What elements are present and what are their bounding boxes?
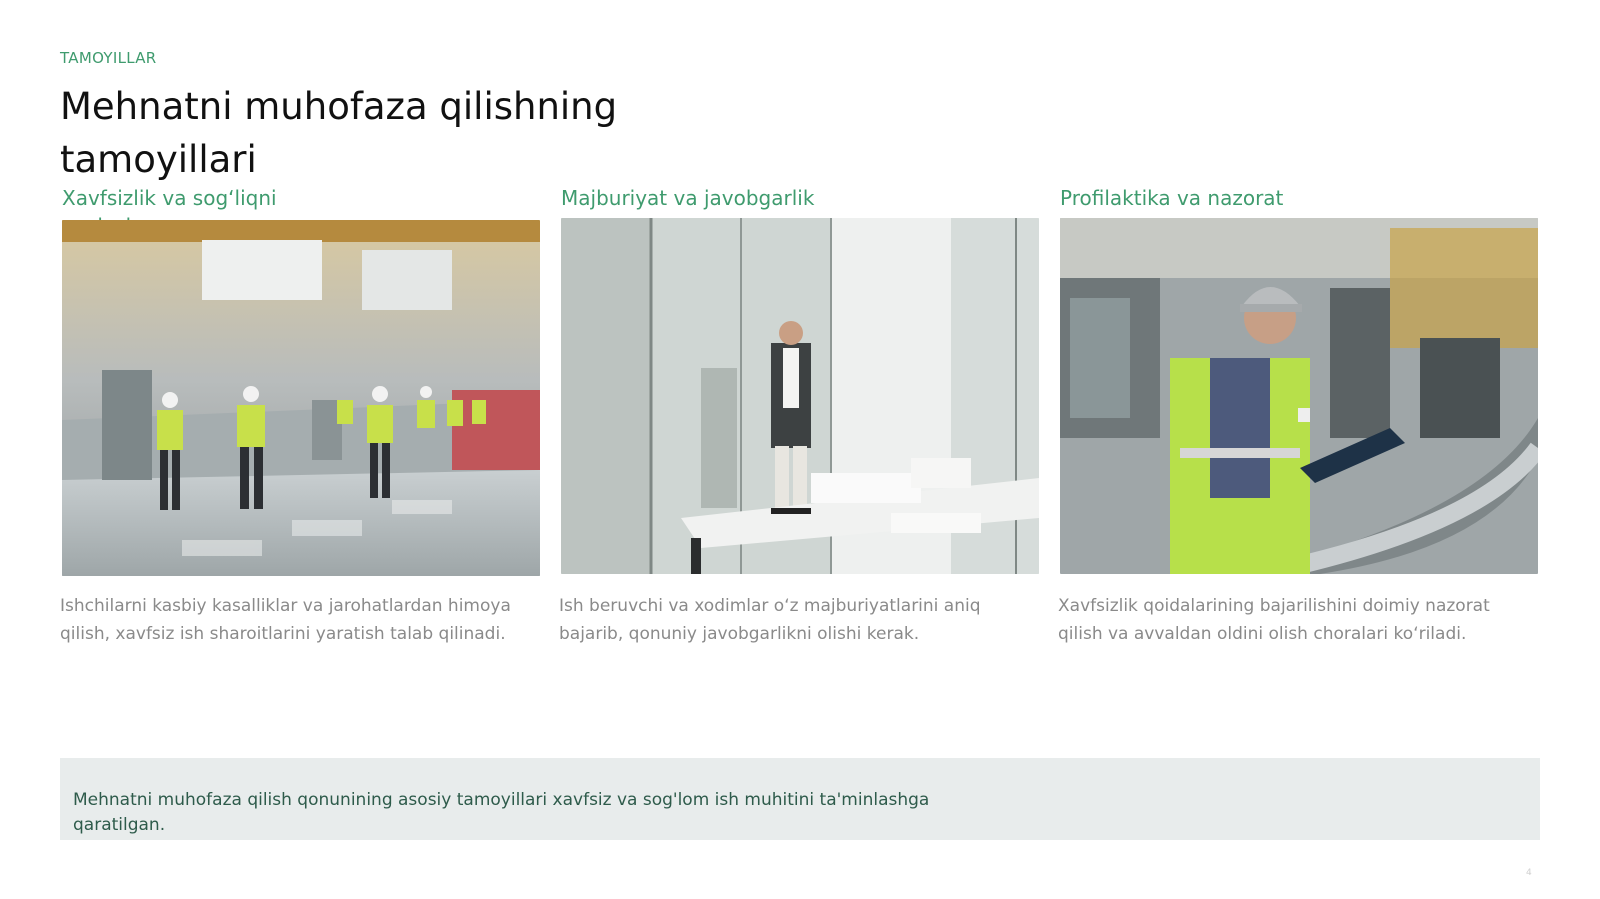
slide-title: Mehnatni muhofaza qilishning tamoyillari	[60, 85, 618, 181]
principle-description: Ishchilarni kasbiy kasalliklar va jaroha…	[60, 596, 511, 644]
summary-callout: Mehnatni muhofaza qilish qonunining asos…	[60, 758, 1540, 840]
section-kicker: TAMOYILLAR	[60, 49, 157, 67]
principle-description: Ish beruvchi va xodimlar o‘z majburiyatl…	[559, 596, 981, 644]
page-number: 4	[1526, 868, 1532, 878]
principle-title: Majburiyat va javobgarlik	[561, 186, 815, 210]
office-manager-photo	[561, 218, 1039, 574]
principle-title: Profilaktika va nazorat	[1060, 186, 1284, 210]
principle-description: Xavfsizlik qoidalarining bajarilishini d…	[1058, 596, 1490, 644]
slide: TAMOYILLAR Mehnatni muhofaza qilishning …	[0, 0, 1600, 899]
summary-text: Mehnatni muhofaza qilish qonunining asos…	[73, 790, 930, 835]
factory-workers-photo	[62, 220, 540, 576]
inspector-tablet-photo	[1060, 218, 1538, 574]
principle-title: Xavfsizlik va sog‘liqni saqlash	[62, 186, 277, 238]
